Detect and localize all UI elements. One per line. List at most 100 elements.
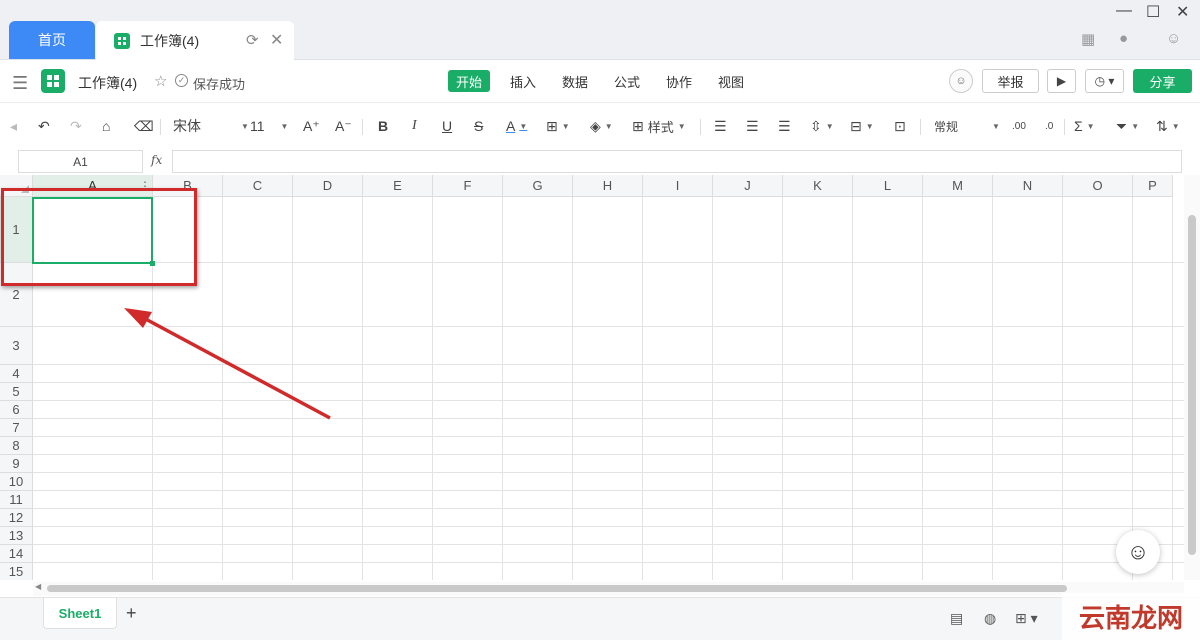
fx-icon[interactable]: fx <box>151 153 162 167</box>
name-box[interactable]: A1 <box>18 150 143 173</box>
collapse-left-icon[interactable]: ◂ <box>10 117 17 135</box>
formula-input[interactable] <box>172 150 1182 173</box>
row-header-6[interactable]: 6 <box>0 401 33 419</box>
vertical-scroll-thumb[interactable] <box>1188 215 1196 555</box>
column-header-m[interactable]: M <box>923 175 993 197</box>
share-button[interactable]: 分享 <box>1133 69 1192 93</box>
column-header-d[interactable]: D <box>293 175 363 197</box>
add-sheet-button[interactable]: + <box>126 603 137 624</box>
row-header-4[interactable]: 4 <box>0 365 33 383</box>
column-header-j[interactable]: J <box>713 175 783 197</box>
assistant-avatar-icon[interactable]: ☺ <box>1116 530 1160 574</box>
sheet-tab-sheet1[interactable]: Sheet1 <box>43 598 117 629</box>
filter-icon[interactable]: ⏷ ▼ <box>1116 117 1139 135</box>
font-size-value: 11 <box>250 118 265 134</box>
horizontal-scrollbar[interactable]: ◀ <box>33 582 1184 596</box>
column-header-o[interactable]: O <box>1063 175 1133 197</box>
row-header-11[interactable]: 11 <box>0 491 33 509</box>
horizontal-scroll-thumb[interactable] <box>47 585 1067 592</box>
menu-view[interactable]: 视图 <box>710 70 752 92</box>
decrease-font-icon[interactable]: A⁻ <box>335 117 352 135</box>
view-layout-icon[interactable]: ⊞ ▾ <box>1015 610 1038 627</box>
row-header-13[interactable]: 13 <box>0 527 33 545</box>
merge-cells-icon[interactable]: ⊟ ▼ <box>850 117 874 135</box>
close-tab-icon[interactable]: ✕ <box>270 30 283 50</box>
bold-button[interactable]: B <box>378 117 388 135</box>
fill-color-icon[interactable]: ◈ ▼ <box>590 117 613 135</box>
column-header-c[interactable]: C <box>223 175 293 197</box>
decrease-decimal-icon[interactable]: .0 <box>1045 117 1053 135</box>
wrap-text-icon[interactable]: ⊡ <box>894 117 906 135</box>
report-button[interactable]: 举报 <box>982 69 1039 93</box>
row-header-8[interactable]: 8 <box>0 437 33 455</box>
underline-button[interactable]: U <box>442 117 452 135</box>
column-header-f[interactable]: F <box>433 175 503 197</box>
close-window-button[interactable]: ✕ <box>1176 2 1189 22</box>
star-icon[interactable]: ☆ <box>154 72 167 90</box>
align-right-icon[interactable]: ☰ <box>778 117 791 135</box>
align-center-icon[interactable]: ☰ <box>746 117 759 135</box>
refresh-icon[interactable]: ⟳ <box>246 31 259 49</box>
cell-style-button[interactable]: ⊞ 样式 ▼ <box>632 117 686 135</box>
vertical-scrollbar[interactable] <box>1184 175 1200 580</box>
font-color-button[interactable]: A ▼ <box>506 117 527 135</box>
apps-grid-icon[interactable]: ▦ <box>1081 30 1099 48</box>
undo-icon[interactable]: ↶ <box>38 117 50 135</box>
tab-workbook[interactable]: 工作簿(4) ⟳ ✕ <box>96 21 294 60</box>
column-header-g[interactable]: G <box>503 175 573 197</box>
redo-icon[interactable]: ↷ <box>70 117 82 135</box>
row-header-7[interactable]: 7 <box>0 419 33 437</box>
strikethrough-button[interactable]: S <box>474 117 483 135</box>
align-left-icon[interactable]: ☰ <box>714 117 727 135</box>
chat-bubble-icon[interactable]: ● <box>1119 30 1137 48</box>
scroll-left-arrow-icon[interactable]: ◀ <box>35 582 41 591</box>
menu-icon[interactable]: ☰ <box>12 73 28 94</box>
number-format-select[interactable]: 常规 ▼ <box>934 117 1000 135</box>
column-header-k[interactable]: K <box>783 175 853 197</box>
row-header-3[interactable]: 3 <box>0 327 33 365</box>
increase-decimal-icon[interactable]: .00 <box>1012 117 1026 135</box>
row-header-9[interactable]: 9 <box>0 455 33 473</box>
title-bar: 首页 工作簿(4) ⟳ ✕ — ☐ ✕ ▦ ● ☺ <box>0 0 1200 60</box>
increase-font-icon[interactable]: A⁺ <box>303 117 320 135</box>
user-avatar-icon[interactable]: ☺ <box>1166 30 1184 48</box>
history-clock-icon[interactable]: ◷ ▾ <box>1085 69 1124 93</box>
italic-button[interactable]: I <box>412 117 417 135</box>
column-header-h[interactable]: H <box>573 175 643 197</box>
menu-data[interactable]: 数据 <box>554 70 596 92</box>
autosum-button[interactable]: Σ ▼ <box>1074 117 1095 135</box>
borders-button[interactable]: ⊞ ▼ <box>546 117 570 135</box>
menu-insert[interactable]: 插入 <box>502 70 544 92</box>
sort-icon[interactable]: ⇅ ▼ <box>1156 117 1180 135</box>
row-header-12[interactable]: 12 <box>0 509 33 527</box>
collaborator-avatar[interactable]: ☺ <box>949 69 973 93</box>
font-size-select[interactable]: 11 ▼ <box>250 117 288 135</box>
chevron-down-icon: ▼ <box>280 121 289 131</box>
presentation-icon[interactable]: ▶ <box>1047 69 1076 93</box>
column-header-i[interactable]: I <box>643 175 713 197</box>
format-painter-icon[interactable]: ⌂ <box>102 117 110 135</box>
font-color-glyph: A <box>506 118 516 134</box>
column-header-l[interactable]: L <box>853 175 923 197</box>
font-family-select[interactable]: 宋体 ▼ <box>173 117 249 135</box>
number-format-value: 常规 <box>934 119 959 134</box>
row-header-14[interactable]: 14 <box>0 545 33 563</box>
row-header-5[interactable]: 5 <box>0 383 33 401</box>
column-header-n[interactable]: N <box>993 175 1063 197</box>
web-security-icon[interactable]: ◍ <box>984 610 996 627</box>
minimize-button[interactable]: — <box>1116 2 1132 20</box>
column-header-p[interactable]: P <box>1133 175 1173 197</box>
tab-home[interactable]: 首页 <box>9 21 95 59</box>
protect-sheet-icon[interactable]: ▤ <box>950 610 963 627</box>
eraser-icon[interactable]: ⌫ <box>134 117 154 135</box>
menu-formula[interactable]: 公式 <box>606 70 648 92</box>
menu-start[interactable]: 开始 <box>448 70 491 92</box>
row-header-10[interactable]: 10 <box>0 473 33 491</box>
column-header-e[interactable]: E <box>363 175 433 197</box>
document-title[interactable]: 工作簿(4) <box>78 73 137 93</box>
vertical-align-icon[interactable]: ⇳ ▼ <box>810 117 834 135</box>
maximize-button[interactable]: ☐ <box>1146 2 1160 22</box>
menu-collaborate[interactable]: 协作 <box>658 70 700 92</box>
row-header-15[interactable]: 15 <box>0 563 33 580</box>
chevron-down-icon: ▼ <box>241 121 249 131</box>
